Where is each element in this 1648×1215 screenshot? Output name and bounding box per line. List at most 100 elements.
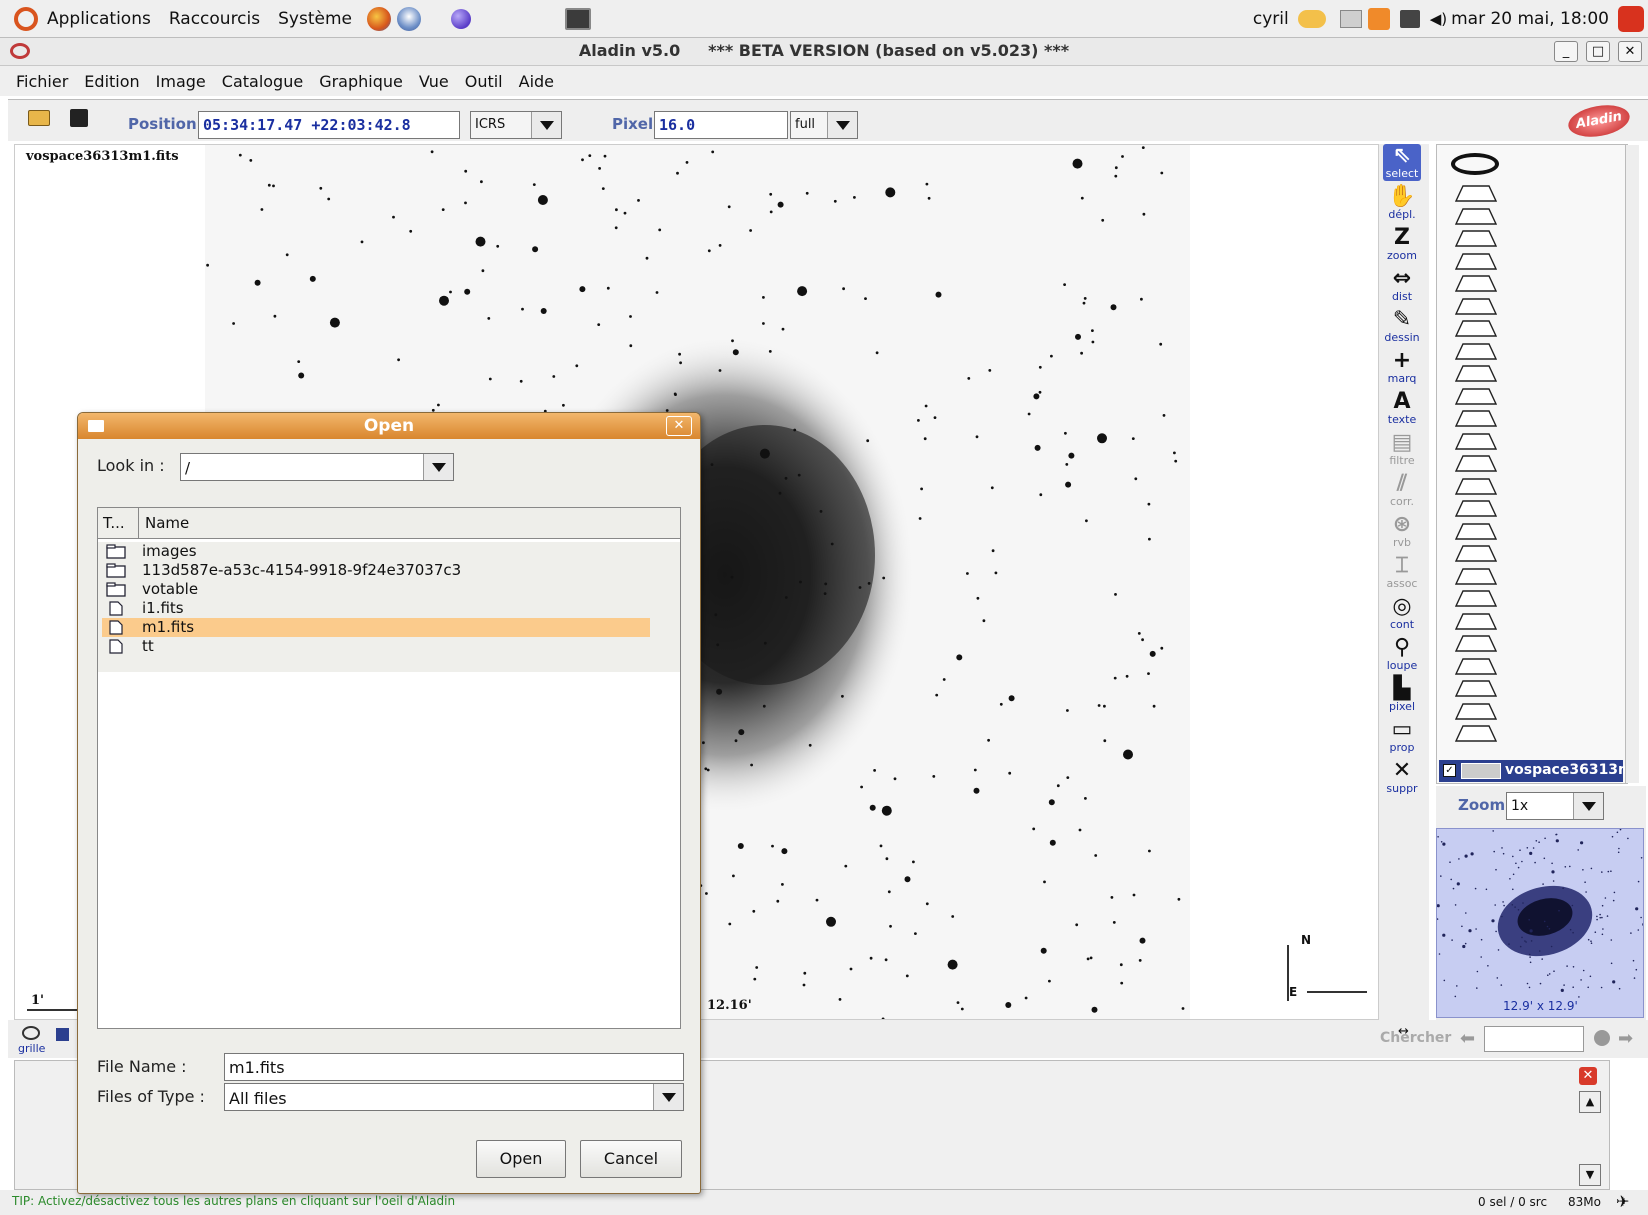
chevron-down-icon[interactable] — [1573, 793, 1603, 819]
weather-icon[interactable] — [1297, 9, 1326, 28]
empty-plane-slot[interactable] — [1454, 387, 1498, 405]
search-next-icon[interactable]: ➡ — [1618, 1028, 1633, 1049]
folder-row[interactable]: 113d587e-a53c-4154-9918-9f24e37037c3 — [102, 561, 650, 580]
tool-button[interactable]: ✋ dépl. — [1383, 185, 1421, 222]
chevron-down-icon[interactable] — [531, 112, 561, 138]
plane-name[interactable]: vospace36313m — [1505, 762, 1633, 778]
frame-select[interactable]: ICRS — [470, 111, 562, 139]
console-scroll-up[interactable]: ▲ — [1579, 1091, 1601, 1113]
empty-plane-slot[interactable] — [1454, 500, 1498, 517]
zoom-select[interactable]: 1x — [1506, 792, 1604, 820]
empty-plane-slot[interactable] — [1454, 320, 1498, 337]
tool-button[interactable]: ▭ prop — [1383, 718, 1421, 755]
menu-aide[interactable]: Aide — [511, 72, 562, 91]
file-list[interactable]: T... Name images 113d587e-a53c-4154-9918-… — [97, 507, 681, 1029]
dialog-close-button[interactable]: ✕ — [666, 416, 692, 436]
thunderbird-icon[interactable] — [396, 6, 421, 31]
chevron-down-icon[interactable] — [423, 454, 453, 480]
stack-scrollbar[interactable] — [1625, 145, 1639, 783]
empty-plane-slot[interactable] — [1454, 207, 1498, 225]
pixel-value-input[interactable]: 16.0 — [654, 111, 788, 139]
tool-button[interactable]: ▙ pixel — [1383, 677, 1421, 714]
grille-label[interactable]: grille — [18, 1042, 45, 1055]
empty-plane-slot[interactable] — [1454, 365, 1498, 382]
tool-button[interactable]: ⚲ loupe — [1383, 636, 1421, 673]
file-row[interactable]: i1.fits — [102, 599, 650, 618]
empty-plane-slot[interactable] — [1454, 432, 1498, 450]
empty-plane-slot[interactable] — [1454, 477, 1498, 495]
empty-plane-slot[interactable] — [1454, 522, 1498, 540]
layer-icon[interactable] — [56, 1028, 69, 1041]
empty-plane-slot[interactable] — [1454, 567, 1498, 585]
open-folder-icon[interactable] — [28, 110, 50, 126]
tool-button[interactable]: ✕ suppr — [1383, 759, 1421, 796]
empty-plane-slot[interactable] — [1454, 657, 1498, 675]
search-prev-icon[interactable]: ⬅ — [1460, 1028, 1475, 1049]
console-scroll-down[interactable]: ▼ — [1579, 1164, 1601, 1186]
empty-plane-slot[interactable] — [1454, 230, 1498, 247]
empty-plane-slot[interactable] — [1454, 702, 1498, 720]
chevron-down-icon[interactable] — [653, 1084, 683, 1110]
menu-edition[interactable]: Edition — [76, 72, 147, 91]
telescope-icon[interactable]: ✈ — [1616, 1192, 1629, 1211]
empty-plane-slot[interactable] — [1454, 297, 1498, 315]
menu-image[interactable]: Image — [148, 72, 214, 91]
cancel-button[interactable]: Cancel — [580, 1140, 682, 1178]
search-input[interactable] — [1484, 1026, 1584, 1052]
shutdown-icon[interactable] — [1618, 5, 1644, 32]
empty-plane-slot[interactable] — [1454, 635, 1498, 652]
menu-vue[interactable]: Vue — [411, 72, 457, 91]
menu-graphique[interactable]: Graphique — [311, 72, 411, 91]
firefox-icon[interactable] — [366, 6, 391, 31]
position-input[interactable]: 05:34:17.47 +22:03:42.8 — [198, 111, 460, 139]
empty-plane-slot[interactable] — [1454, 185, 1498, 202]
grid-globe-icon[interactable] — [22, 1026, 40, 1040]
empty-plane-slot[interactable] — [1454, 275, 1498, 292]
volume-icon[interactable]: ◀) — [1430, 10, 1447, 28]
raccourcis-menu[interactable]: Raccourcis — [160, 9, 269, 29]
file-type-select[interactable]: All files — [224, 1083, 684, 1111]
terminal-icon[interactable] — [564, 7, 591, 30]
help-orb-icon[interactable] — [450, 8, 471, 29]
aladin-logo[interactable]: Aladin — [1565, 100, 1633, 142]
tool-button[interactable]: ✎ dessin — [1383, 308, 1421, 345]
close-console-icon[interactable]: ✕ — [1579, 1067, 1597, 1085]
file-row[interactable]: tt — [102, 637, 650, 656]
look-in-select[interactable]: / — [180, 453, 454, 481]
folder-row[interactable]: votable — [102, 580, 650, 599]
file-name-input[interactable]: m1.fits — [224, 1053, 684, 1081]
dialog-menu-icon[interactable] — [88, 420, 104, 432]
menu-catalogue[interactable]: Catalogue — [214, 72, 311, 91]
empty-plane-slot[interactable] — [1454, 725, 1498, 742]
empty-plane-slot[interactable] — [1454, 680, 1498, 697]
empty-plane-slot[interactable] — [1454, 410, 1498, 427]
chevron-down-icon[interactable] — [827, 112, 857, 138]
overview-thumbnail[interactable]: 12.9' x 12.9' — [1436, 828, 1644, 1018]
file-row[interactable]: m1.fits — [102, 618, 650, 637]
pixel-mode-select[interactable]: full — [790, 111, 858, 139]
user-name[interactable]: cyril — [1244, 9, 1298, 29]
column-type[interactable]: T... — [103, 514, 125, 532]
empty-plane-slot[interactable] — [1454, 342, 1498, 360]
tool-button[interactable]: ⇖ select — [1383, 144, 1421, 181]
column-name[interactable]: Name — [145, 514, 189, 532]
applications-menu[interactable]: Applications — [38, 9, 160, 29]
empty-plane-slot[interactable] — [1454, 545, 1498, 562]
tool-button[interactable]: ⇔ dist — [1383, 267, 1421, 304]
tool-button[interactable]: Zzoom — [1383, 226, 1421, 263]
menu-outil[interactable]: Outil — [457, 72, 511, 91]
systeme-menu[interactable]: Système — [269, 9, 361, 29]
tool-button[interactable]: + marq — [1383, 349, 1421, 386]
update-icon[interactable] — [1367, 7, 1390, 30]
printer-icon[interactable] — [1339, 9, 1362, 28]
empty-plane-slot[interactable] — [1454, 590, 1498, 607]
menu-fichier[interactable]: Fichier — [8, 72, 76, 91]
plane-visible-checkbox[interactable]: ✓ — [1443, 764, 1456, 777]
open-button[interactable]: Open — [476, 1140, 566, 1178]
empty-plane-slot[interactable] — [1454, 455, 1498, 472]
maximize-button[interactable]: □ — [1586, 41, 1610, 62]
network-icon[interactable] — [1399, 9, 1420, 28]
tool-button[interactable]: ◎ cont — [1383, 595, 1421, 632]
empty-plane-slot[interactable] — [1454, 612, 1498, 630]
ubuntu-logo-icon[interactable] — [14, 6, 38, 31]
